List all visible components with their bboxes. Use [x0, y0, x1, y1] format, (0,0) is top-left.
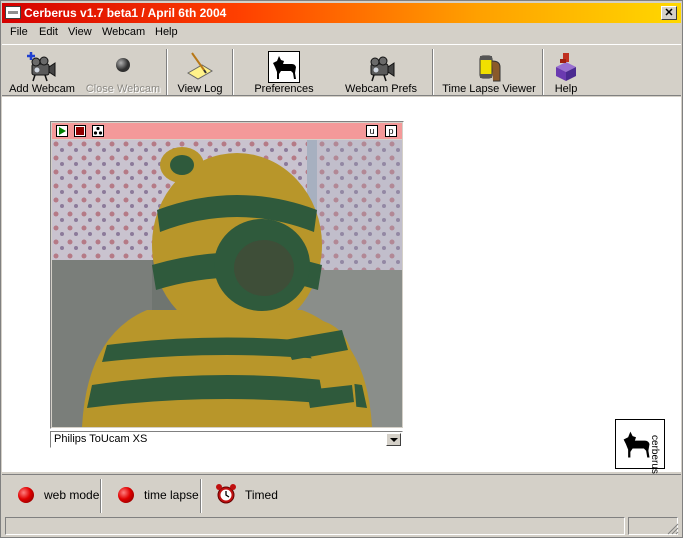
- film-roll-icon: [479, 55, 501, 82]
- status-bar: [2, 515, 681, 537]
- time-lapse-viewer-button[interactable]: Time Lapse Viewer: [440, 49, 538, 95]
- toolbar: Add Webcam Close Webcam View Log Prefere…: [2, 44, 681, 96]
- play-button[interactable]: [56, 125, 68, 137]
- web-mode-toggle[interactable]: web mode: [18, 485, 100, 507]
- status-panel-main: [5, 517, 625, 535]
- web-mode-indicator-icon: [18, 487, 34, 503]
- help-book-icon: [556, 53, 576, 81]
- logo-text: cerberus: [649, 435, 660, 474]
- web-mode-label: web mode: [44, 488, 100, 502]
- help-label: Help: [554, 83, 578, 95]
- preferences-button[interactable]: Preferences: [250, 49, 318, 95]
- snapshot-button[interactable]: [92, 125, 104, 137]
- close-webcam-button[interactable]: Close Webcam: [84, 49, 162, 95]
- time-lapse-viewer-label: Time Lapse Viewer: [442, 83, 536, 95]
- stop-button[interactable]: [74, 125, 86, 137]
- resize-grip-icon[interactable]: [667, 523, 679, 535]
- mode-separator: [100, 479, 102, 513]
- webcam-prefs-label: Webcam Prefs: [345, 83, 417, 95]
- time-lapse-toggle[interactable]: time lapse: [118, 485, 199, 507]
- title-bar[interactable]: Cerberus v1.7 beta1 / April 6th 2004 ✕: [2, 3, 681, 23]
- dog-icon: [268, 51, 300, 83]
- app-window: Cerberus v1.7 beta1 / April 6th 2004 ✕ F…: [0, 0, 683, 538]
- stop-icon: [76, 127, 84, 135]
- toolbar-separator: [432, 49, 434, 95]
- time-lapse-label: time lapse: [144, 488, 199, 502]
- menu-webcam[interactable]: Webcam: [102, 26, 145, 38]
- view-log-label: View Log: [177, 83, 223, 95]
- toolbar-separator: [542, 49, 544, 95]
- time-lapse-indicator-icon: [118, 487, 134, 503]
- toolbar-separator: [232, 49, 234, 95]
- menu-bar: File Edit View Webcam Help: [2, 24, 681, 42]
- view-log-icon: [187, 52, 213, 80]
- webcam-video-feed: [52, 140, 402, 427]
- webcam-header: u p: [52, 123, 402, 139]
- help-button[interactable]: Help: [548, 49, 584, 95]
- add-webcam-button[interactable]: Add Webcam: [6, 49, 78, 95]
- view-log-button[interactable]: View Log: [172, 49, 228, 95]
- toolbar-separator: [166, 49, 168, 95]
- menu-file[interactable]: File: [10, 26, 28, 38]
- mode-separator: [200, 479, 202, 513]
- add-webcam-icon: [27, 52, 56, 82]
- webcam-image: [52, 140, 402, 427]
- add-webcam-label: Add Webcam: [9, 83, 75, 95]
- preferences-label: Preferences: [254, 83, 314, 95]
- camera-device-value: Philips ToUcam XS: [54, 433, 148, 445]
- workspace: u p Philips ToUcam XS cerberus: [2, 97, 681, 474]
- timed-toggle[interactable]: Timed: [214, 484, 284, 507]
- p-button[interactable]: p: [385, 125, 397, 137]
- webcam-prefs-button[interactable]: Webcam Prefs: [340, 49, 422, 95]
- webcam-prefs-icon: [370, 56, 395, 82]
- snapshot-icon: [93, 126, 103, 135]
- close-webcam-icon: [116, 58, 130, 72]
- webcam-window[interactable]: u p: [50, 121, 404, 429]
- camera-device-select[interactable]: Philips ToUcam XS: [50, 431, 403, 448]
- menu-edit[interactable]: Edit: [39, 26, 58, 38]
- alarm-clock-icon: [216, 484, 236, 504]
- timed-label: Timed: [245, 488, 278, 502]
- app-icon: [5, 6, 21, 19]
- mode-bar: web mode time lapse Timed: [2, 474, 681, 514]
- chevron-down-icon[interactable]: [386, 433, 401, 446]
- menu-help[interactable]: Help: [155, 26, 178, 38]
- close-button[interactable]: ✕: [661, 6, 677, 20]
- close-webcam-label: Close Webcam: [85, 83, 161, 95]
- window-title: Cerberus v1.7 beta1 / April 6th 2004: [24, 6, 227, 20]
- u-button[interactable]: u: [366, 125, 378, 137]
- cerberus-logo: cerberus: [615, 419, 665, 474]
- play-icon: [59, 127, 66, 135]
- menu-view[interactable]: View: [68, 26, 92, 38]
